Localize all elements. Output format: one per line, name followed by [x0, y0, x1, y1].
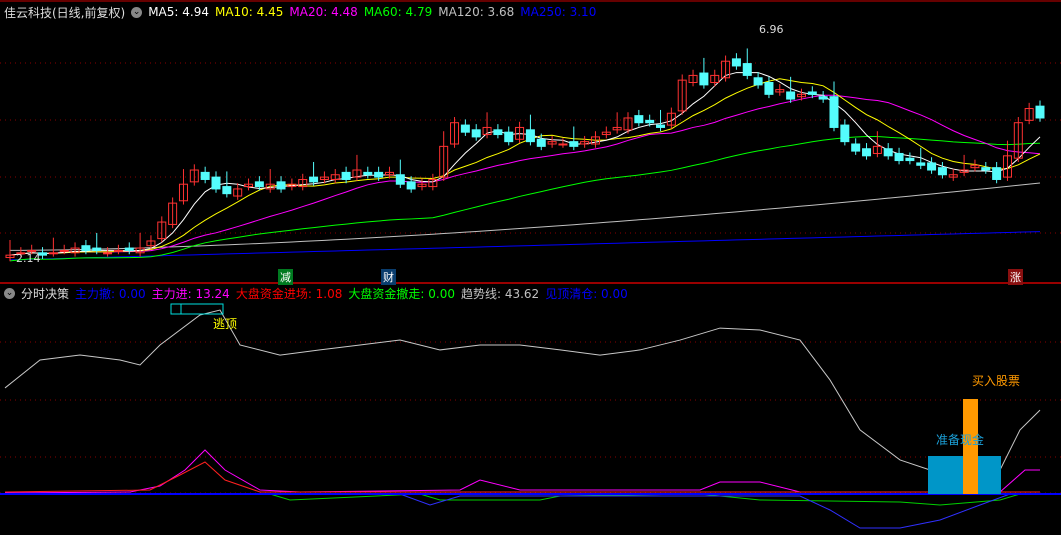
chevron-down-icon[interactable]: ⌄ — [4, 287, 15, 299]
candle-body — [981, 167, 991, 171]
chart-canvas — [0, 0, 1061, 529]
sub-0: 主力撤: 0.00 — [75, 286, 146, 301]
candle-body — [753, 77, 763, 86]
sub-2: 大盘资金进场: 1.08 — [235, 286, 343, 301]
candle-body — [927, 162, 937, 171]
sub-3: 大盘资金撤走: 0.00 — [348, 286, 455, 301]
marker-reduce[interactable]: 减 — [278, 269, 293, 285]
candle-body — [536, 138, 546, 147]
candle-body — [558, 143, 568, 146]
candle-body — [504, 131, 514, 143]
ma-4: MA120: 3.68 — [438, 5, 515, 19]
main-in-line — [4, 449, 1040, 494]
candle-body — [840, 124, 850, 143]
candle-body — [905, 157, 915, 162]
sub-1: 主力进: 13.24 — [151, 286, 230, 301]
candle-body — [309, 176, 319, 183]
candle-body — [341, 171, 351, 180]
candle-body — [829, 96, 839, 128]
high-price-label: 6.96 — [759, 23, 784, 36]
low-price-label: 2.14 — [16, 252, 41, 265]
marker-rise[interactable]: 涨 — [1008, 269, 1023, 285]
candle-body — [406, 181, 416, 190]
ma-values: MA5: 4.94 MA10: 4.45 MA20: 4.48 MA60: 4.79 M… — [148, 5, 596, 19]
chevron-down-icon[interactable]: ⌄ — [131, 6, 143, 18]
candle-body — [48, 252, 58, 255]
ma-0: MA5: 4.94 — [148, 5, 209, 19]
sub-5: 见顶清仓: 0.00 — [545, 286, 628, 301]
main-out-line — [5, 493, 1040, 529]
candle-body — [1035, 105, 1045, 119]
candle-body — [113, 249, 123, 252]
ma-3: MA60: 4.79 — [363, 5, 433, 19]
buy-stock-label: 买入股票 — [972, 374, 1021, 388]
ma-2: MA20: 4.48 — [289, 5, 358, 19]
ma-1: MA10: 4.45 — [214, 5, 284, 19]
candle-body — [818, 96, 828, 100]
candle-body — [699, 72, 709, 86]
candle-body — [124, 247, 134, 251]
candle-body — [807, 91, 817, 95]
indicator-title: 分时决策 — [21, 286, 70, 301]
candle-body — [254, 181, 264, 188]
candle-body — [211, 176, 221, 190]
escape-top-label: 逃顶 — [213, 317, 238, 331]
candle-body — [471, 129, 481, 138]
candle-body — [992, 167, 1002, 180]
candle-body — [645, 119, 655, 124]
candle-body — [894, 152, 904, 162]
market-in-line — [4, 461, 1040, 493]
candle-body — [916, 162, 926, 166]
candle-body — [92, 247, 102, 251]
candle-body — [937, 167, 947, 176]
stock-title: 佳云科技(日线,前复权) — [4, 5, 126, 20]
candle-body — [59, 249, 69, 252]
sub-legend: ⌄ 分时决策 主力撤: 0.00 主力进: 13.24 大盘资金进场: 1.08 大盘… — [4, 285, 628, 301]
candle-body — [276, 181, 286, 190]
marker-finance[interactable]: 财 — [381, 269, 396, 285]
candle-body — [460, 124, 470, 133]
candle-body — [200, 171, 210, 180]
candle-body — [634, 115, 644, 124]
candle-body — [395, 174, 405, 185]
candle-body — [81, 245, 91, 251]
candle-body — [862, 148, 872, 157]
candle-body — [883, 148, 893, 157]
main-legend: 佳云科技(日线,前复权) ⌄ MA5: 4.94 MA10: 4.45 MA20: … — [4, 4, 596, 20]
ma-5: MA250: 3.10 — [520, 5, 597, 19]
candle-body — [493, 129, 503, 136]
candle-body — [786, 91, 796, 100]
candle-body — [764, 82, 774, 95]
candle-body — [103, 252, 113, 255]
candle-body — [851, 143, 861, 152]
prepare-cash-label: 准备现金 — [936, 433, 985, 447]
trend-line — [4, 309, 1041, 471]
candle-body — [374, 171, 384, 178]
candle-body — [569, 141, 579, 147]
candle-body — [525, 129, 535, 143]
candle-body — [742, 63, 752, 76]
candle-body — [731, 58, 741, 67]
candle-body — [656, 124, 666, 128]
ma20-line — [9, 94, 1041, 256]
indicator-values: 主力撤: 0.00 主力进: 13.24 大盘资金进场: 1.08 大盘资金撤走: 0… — [75, 285, 628, 302]
escape-top-box — [170, 303, 224, 315]
candle-body — [222, 186, 232, 195]
ma10-line — [9, 78, 1041, 256]
sub-4: 趋势线: 43.62 — [460, 286, 540, 301]
candle-body — [363, 171, 373, 176]
